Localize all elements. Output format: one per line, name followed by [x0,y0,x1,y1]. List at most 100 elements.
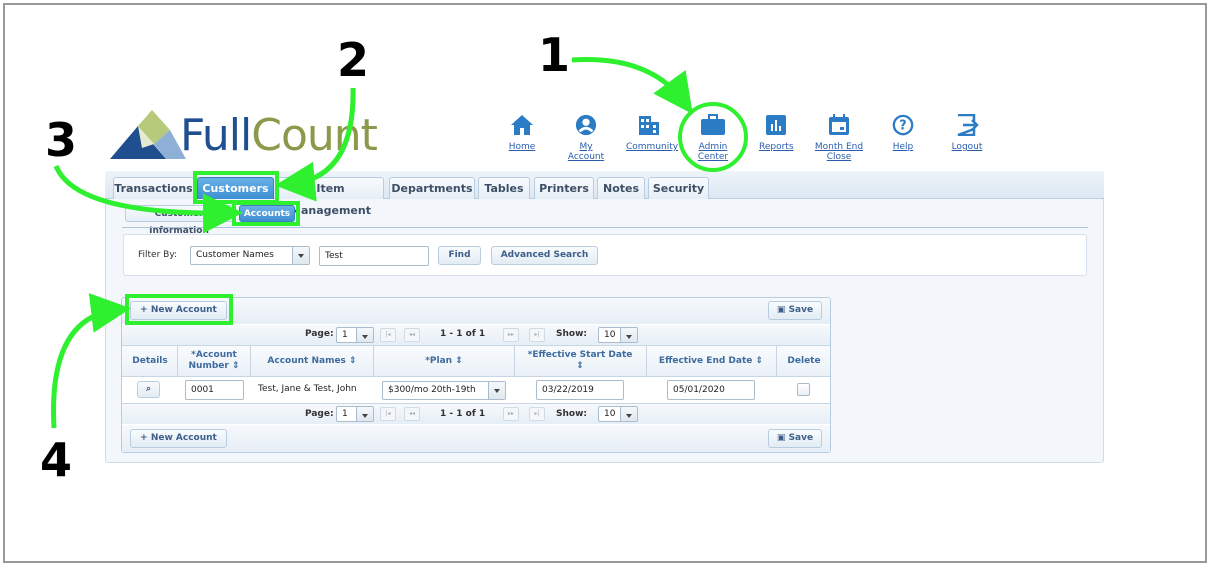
col-header-account-number[interactable]: *Account Number ⇕ [180,350,248,372]
nav-help[interactable]: ? Help [888,114,918,152]
logo-text-count: Count [251,110,378,161]
advanced-search-button[interactable]: Advanced Search [491,246,598,265]
tab-departments[interactable]: Departments [389,177,475,199]
save-icon: ▣ [776,305,786,315]
sort-icon: ⇕ [576,361,584,371]
plan-select[interactable]: $300/mo 20th-19th [382,381,506,400]
logo-mark-icon [110,110,186,159]
annotation-4: 4 [40,433,73,487]
pager-top-page-value: 1 [342,330,348,340]
nav-reports-label: Reports [759,142,794,152]
filter-text-input[interactable]: Test [319,246,429,266]
nav-community[interactable]: Community [626,114,678,152]
details-button[interactable]: ⌕ [137,381,160,398]
account-names-cell: Test, Jane & Test, John [258,384,357,394]
help-circle-icon: ? [892,114,914,136]
tab-tables[interactable]: Tables [478,177,530,199]
svg-text:?: ? [899,119,906,134]
magnifier-icon: ⌕ [145,384,152,394]
pager-bottom-page-label: Page: [305,409,334,419]
pager-top-show-value: 10 [604,330,616,340]
pager-bottom-show-select[interactable]: 10 [598,406,638,422]
nav-help-label: Help [892,142,914,152]
tab-item-management[interactable]: Item Management [277,177,384,217]
prev-page-icon[interactable]: ◂◂ [404,328,420,342]
tab-customers[interactable]: Customers [197,177,274,199]
logo-text: FullCount [180,114,378,158]
last-page-icon[interactable]: ▸| [529,328,545,342]
pager-top-show-select[interactable]: 10 [598,327,638,343]
home-icon [511,115,533,135]
building-icon [639,116,659,135]
nav-my-account-label: My Account [567,142,605,162]
col-header-start-date[interactable]: *Effective Start Date ⇕ [516,350,644,372]
logo-text-full: Full [180,110,252,161]
col-header-end-date-text: Effective End Date [658,356,753,366]
pager-top-range: 1 - 1 of 1 [440,329,486,339]
save-button-bottom[interactable]: ▣ Save [768,429,822,448]
pager-bottom-show-value: 10 [604,409,616,419]
col-header-delete: Delete [787,356,821,366]
save-button-top[interactable]: ▣ Save [768,301,822,320]
first-page-icon[interactable]: |◂ [380,407,396,421]
plan-select-value: $300/mo 20th-19th [388,385,476,395]
save-label-top: Save [788,305,814,315]
col-header-details[interactable]: Details [124,356,176,367]
account-number-input[interactable]: 0001 [185,380,244,400]
new-account-button-bottom[interactable]: + New Account [130,429,227,448]
annotation-1: 1 [538,28,571,82]
tab-security[interactable]: Security [648,177,709,199]
nav-my-account[interactable]: My Account [561,114,611,162]
new-account-button-top[interactable]: + New Account [130,301,227,320]
new-account-label-bottom: New Account [150,433,217,443]
next-page-icon[interactable]: ▸▸ [503,328,519,342]
nav-close-label: Close [826,152,852,162]
nav-month-end-label: Month End [814,142,864,152]
sort-icon: ⇕ [349,356,357,366]
pager-top-page-select[interactable]: 1 [336,327,374,343]
filter-by-select[interactable]: Customer Names [190,246,310,265]
find-button[interactable]: Find [438,246,481,265]
tab-notes[interactable]: Notes [597,177,645,199]
grid-header-top-line [122,345,830,346]
first-page-icon[interactable]: |◂ [380,328,396,342]
start-date-input[interactable]: 03/22/2019 [536,380,624,400]
pager-bottom-page-select[interactable]: 1 [336,406,374,422]
filter-by-select-value: Customer Names [196,250,274,260]
subtab-customer-information[interactable]: Customer Information [125,205,233,236]
annotation-3: 3 [45,113,78,167]
sort-icon: ⇕ [231,361,240,371]
pager-bottom-range: 1 - 1 of 1 [440,409,486,419]
col-header-plan-text: *Plan [425,356,453,366]
pager-top-page-label: Page: [305,329,334,339]
prev-page-icon[interactable]: ◂◂ [404,407,420,421]
annotation-2: 2 [337,33,370,87]
new-account-label-top: New Account [150,305,217,315]
save-icon: ▣ [776,433,786,443]
next-page-icon[interactable]: ▸▸ [503,407,519,421]
highlight-admin-center [678,102,748,172]
tab-transactions[interactable]: Transactions [113,177,194,199]
chevron-down-icon [620,407,637,421]
nav-home[interactable]: Home [505,114,539,152]
delete-checkbox[interactable] [797,383,810,396]
subtab-accounts[interactable]: Accounts [239,205,295,222]
nav-month-end-close[interactable]: Month End Close [814,114,864,162]
chevron-down-icon [292,247,309,264]
save-label-bottom: Save [788,433,814,443]
nav-logout[interactable]: Logout [951,114,983,152]
col-header-start-date-text: *Effective Start Date [527,350,633,360]
nav-home-label: Home [508,142,536,152]
chevron-down-icon [488,382,505,399]
col-header-plan[interactable]: *Plan ⇕ [376,356,512,367]
subtab-divider [122,227,1088,228]
end-date-input[interactable]: 05/01/2020 [667,380,755,400]
col-header-account-names[interactable]: Account Names ⇕ [252,356,372,367]
last-page-icon[interactable]: ▸| [529,407,545,421]
tab-printers[interactable]: Printers [534,177,594,199]
chevron-down-icon [356,407,373,421]
pager-bottom-show-label: Show: [556,409,587,419]
nav-reports[interactable]: Reports [759,114,794,152]
col-header-end-date[interactable]: Effective End Date ⇕ [648,356,774,367]
plus-icon: + [140,433,148,443]
